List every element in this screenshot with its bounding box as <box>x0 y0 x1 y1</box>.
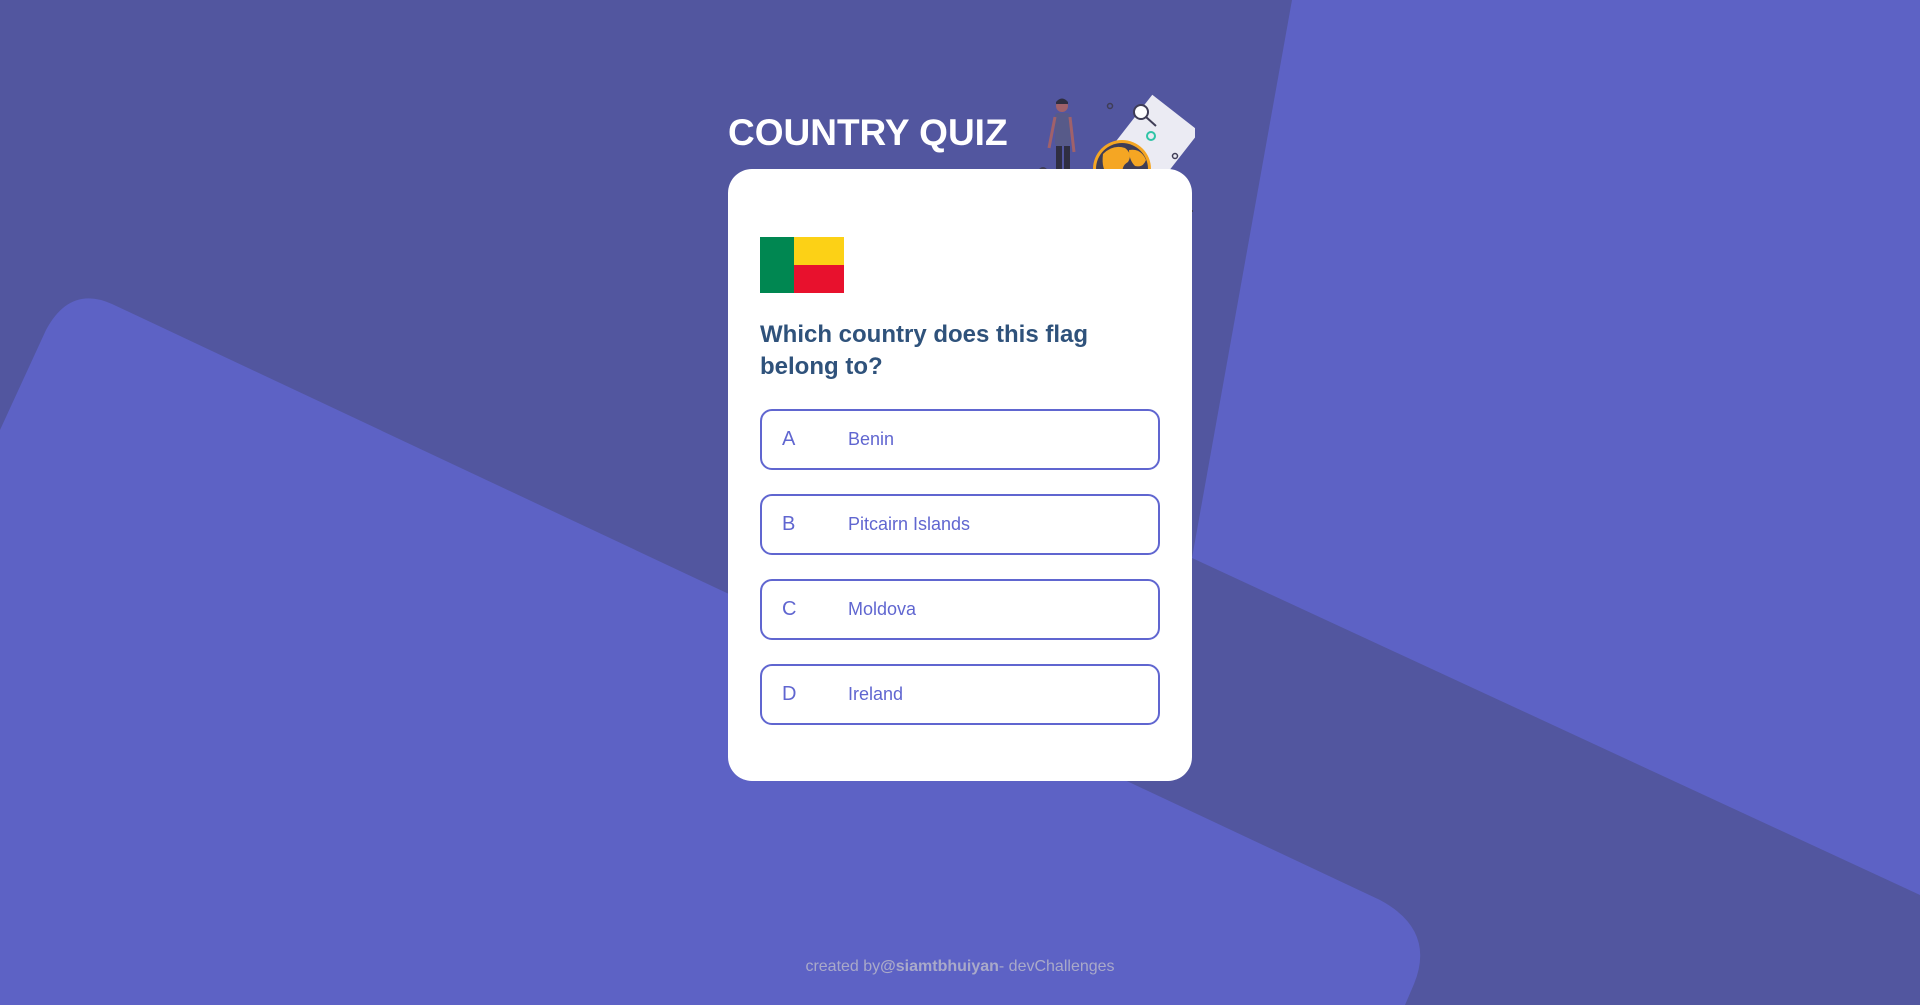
footer-suffix: - devChallenges <box>998 958 1115 975</box>
page-title: COUNTRY QUIZ <box>728 112 1008 153</box>
option-letter: A <box>782 428 796 450</box>
answer-option-b[interactable]: B Pitcairn Islands <box>760 494 1160 555</box>
option-text: Pitcairn Islands <box>848 514 971 534</box>
benin-flag-icon <box>760 237 844 293</box>
option-text: Benin <box>848 429 895 449</box>
option-text: Ireland <box>848 684 904 704</box>
quiz-card: Which country does this flag belong to? … <box>728 169 1192 781</box>
option-letter: B <box>782 513 796 535</box>
question-text: Which country does this flag belong to? <box>760 321 1089 380</box>
answer-option-d[interactable]: D Ireland <box>760 664 1160 725</box>
option-letter: D <box>782 683 797 705</box>
footer-prefix: created by <box>805 958 881 975</box>
option-letter: C <box>782 598 797 620</box>
option-text: Moldova <box>848 599 917 619</box>
author-handle[interactable]: @siamtbhuiyan <box>880 958 999 975</box>
answer-options: A Benin B Pitcairn Islands C Moldova D I… <box>760 409 1160 749</box>
footer-credit: created by@siamtbhuiyan- devChallenges <box>0 958 1920 976</box>
answer-option-a[interactable]: A Benin <box>760 409 1160 470</box>
answer-option-c[interactable]: C Moldova <box>760 579 1160 640</box>
